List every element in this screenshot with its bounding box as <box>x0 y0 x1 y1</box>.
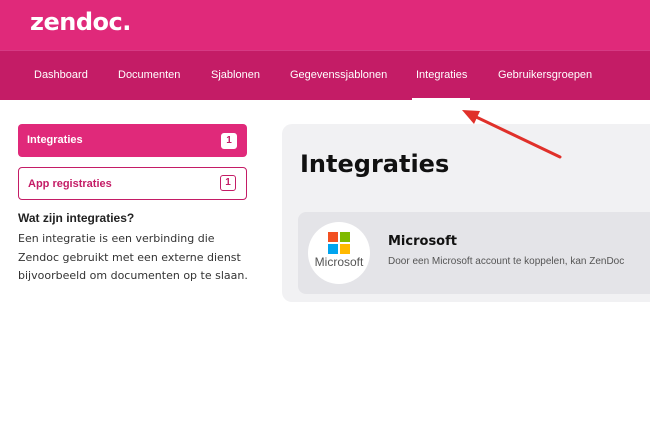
count-badge: 1 <box>221 133 237 149</box>
microsoft-squares-icon <box>328 232 350 254</box>
count-badge: 1 <box>220 175 236 191</box>
ms-green-square <box>340 232 350 242</box>
microsoft-logo-text: Microsoft <box>314 255 364 269</box>
sidebar-item-label: App registraties <box>28 178 112 190</box>
integration-description: Door een Microsoft account te koppelen, … <box>388 256 625 267</box>
integration-name: Microsoft <box>388 234 457 249</box>
integration-card-microsoft[interactable]: Microsoft Microsoft Door een Microsoft a… <box>298 212 650 294</box>
info-text: Een integratie is een verbinding die Zen… <box>18 232 248 282</box>
nav-item-dashboard[interactable]: Dashboard <box>34 69 88 81</box>
top-bar: zendoc. <box>0 0 650 50</box>
sidebar-item-app-registraties[interactable]: App registraties 1 <box>18 167 247 200</box>
info-title: Wat zijn integraties? <box>18 211 135 225</box>
page-title: Integraties <box>300 150 450 178</box>
nav-item-sjablonen[interactable]: Sjablonen <box>211 69 260 81</box>
ms-red-square <box>328 232 338 242</box>
main-nav: Dashboard Documenten Sjablonen Gegevenss… <box>0 50 650 101</box>
ms-yellow-square <box>340 244 350 254</box>
sidebar-item-integraties[interactable]: Integraties 1 <box>18 124 247 157</box>
active-nav-indicator <box>412 98 470 101</box>
microsoft-logo-icon: Microsoft <box>308 222 370 284</box>
nav-item-documenten[interactable]: Documenten <box>118 69 180 81</box>
nav-item-integraties[interactable]: Integraties <box>416 69 467 81</box>
sidebar-item-label: Integraties <box>27 134 83 146</box>
nav-item-gebruikersgroepen[interactable]: Gebruikersgroepen <box>498 69 592 81</box>
integrations-panel: Integraties Microsoft Microsoft Door een… <box>282 124 650 302</box>
annotation-arrow-head <box>462 110 480 124</box>
ms-blue-square <box>328 244 338 254</box>
zendoc-logo[interactable]: zendoc. <box>30 8 131 36</box>
nav-item-gegevenssjablonen[interactable]: Gegevenssjablonen <box>290 69 387 81</box>
